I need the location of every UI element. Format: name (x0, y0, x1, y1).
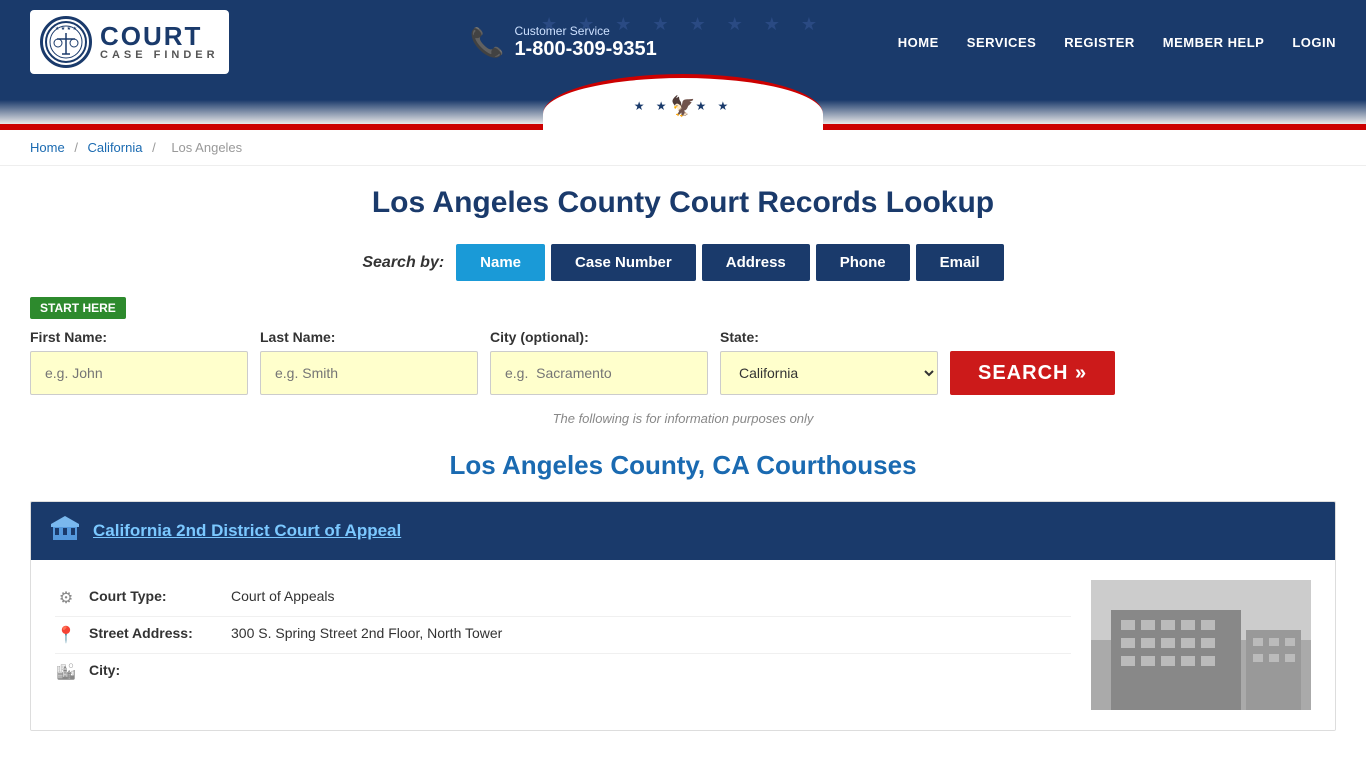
logo-case-finder-text: CASE FINDER (100, 49, 219, 61)
search-by-label: Search by: (362, 254, 444, 272)
nav-home[interactable]: HOME (898, 35, 939, 50)
logo-area: ★ ★ ★ ★ COURT CASE FINDER (30, 10, 229, 74)
svg-text:★ ★ ★ ★: ★ ★ ★ ★ (55, 26, 78, 32)
courthouse-card: California 2nd District Court of Appeal … (30, 501, 1336, 731)
start-here-badge: START HERE (30, 297, 126, 319)
court-type-label: Court Type: (89, 588, 219, 604)
courthouse-icon (51, 516, 79, 546)
breadcrumb: Home / California / Los Angeles (0, 130, 1366, 166)
breadcrumb-state[interactable]: California (88, 140, 143, 155)
header: ★ ★ ★ ★ COURT CASE FINDER ★ ★ ★ ★ ★ ★ ★ … (0, 0, 1366, 84)
detail-row-city: 🏙 City: (55, 654, 1071, 690)
logo-court-text: COURT (100, 23, 219, 49)
tab-case-number[interactable]: Case Number (551, 244, 696, 281)
logo-text-block: COURT CASE FINDER (100, 23, 219, 61)
courthouses-title: Los Angeles County, CA Courthouses (30, 450, 1336, 481)
tab-address[interactable]: Address (702, 244, 810, 281)
eagle-banner: ★ ★ 🦅 ★ ★ (0, 84, 1366, 124)
search-by-row: Search by: Name Case Number Address Phon… (30, 244, 1336, 281)
page-title: Los Angeles County Court Records Lookup (30, 186, 1336, 220)
header-stars: ★ ★ ★ ★ ★ ★ ★ ★ (541, 14, 825, 35)
main-nav: HOME SERVICES REGISTER MEMBER HELP LOGIN (898, 35, 1336, 50)
main-content: Los Angeles County Court Records Lookup … (0, 166, 1366, 767)
city-icon: 🏙 (55, 662, 77, 682)
info-note: The following is for information purpose… (30, 411, 1336, 426)
courthouse-body: ⚙ Court Type: Court of Appeals 📍 Street … (31, 560, 1335, 730)
last-name-label: Last Name: (260, 329, 478, 345)
courthouse-photo-placeholder (1091, 580, 1311, 710)
address-value: 300 S. Spring Street 2nd Floor, North To… (231, 625, 502, 641)
city-label: City (optional): (490, 329, 708, 345)
star-row-right: ★ ★ (695, 99, 732, 113)
court-type-icon: ⚙ (55, 588, 77, 608)
breadcrumb-home[interactable]: Home (30, 140, 65, 155)
cs-phone: 1-800-309-9351 (514, 38, 656, 61)
courthouse-header: California 2nd District Court of Appeal (31, 502, 1335, 560)
star-row-left: ★ ★ (634, 99, 671, 113)
breadcrumb-sep-2: / (152, 140, 159, 155)
logo-emblem: ★ ★ ★ ★ (40, 16, 92, 68)
form-row: First Name: Last Name: City (optional): … (30, 329, 1336, 395)
breadcrumb-county: Los Angeles (171, 140, 242, 155)
detail-row-court-type: ⚙ Court Type: Court of Appeals (55, 580, 1071, 617)
nav-member-help[interactable]: MEMBER HELP (1163, 35, 1265, 50)
address-label: Street Address: (89, 625, 219, 641)
state-label: State: (720, 329, 938, 345)
last-name-input[interactable] (260, 351, 478, 395)
first-name-label: First Name: (30, 329, 248, 345)
eagle-icon: 🦅 (671, 94, 696, 119)
search-form-section: START HERE First Name: Last Name: City (… (30, 297, 1336, 395)
logo-badge: ★ ★ ★ ★ COURT CASE FINDER (30, 10, 229, 74)
court-type-value: Court of Appeals (231, 588, 335, 604)
city-input[interactable] (490, 351, 708, 395)
city-detail-label: City: (89, 662, 219, 678)
city-group: City (optional): (490, 329, 708, 395)
courthouse-details: ⚙ Court Type: Court of Appeals 📍 Street … (55, 580, 1071, 710)
detail-row-address: 📍 Street Address: 300 S. Spring Street 2… (55, 617, 1071, 654)
tab-phone[interactable]: Phone (816, 244, 910, 281)
courthouse-name[interactable]: California 2nd District Court of Appeal (93, 521, 401, 541)
breadcrumb-sep-1: / (74, 140, 81, 155)
tab-email[interactable]: Email (916, 244, 1004, 281)
first-name-input[interactable] (30, 351, 248, 395)
tab-name[interactable]: Name (456, 244, 545, 281)
last-name-group: Last Name: (260, 329, 478, 395)
state-group: State: AlabamaAlaskaArizonaArkansasCalif… (720, 329, 938, 395)
phone-icon: 📞 (470, 26, 505, 59)
nav-services[interactable]: SERVICES (967, 35, 1037, 50)
courthouse-photo (1091, 580, 1311, 710)
state-select[interactable]: AlabamaAlaskaArizonaArkansasCaliforniaCo… (720, 351, 938, 395)
first-name-group: First Name: (30, 329, 248, 395)
address-icon: 📍 (55, 625, 77, 645)
eagle-banner-inner: ★ ★ 🦅 ★ ★ (0, 84, 1366, 124)
search-button[interactable]: SEARCH » (950, 351, 1115, 395)
nav-register[interactable]: REGISTER (1064, 35, 1134, 50)
nav-login[interactable]: LOGIN (1292, 35, 1336, 50)
